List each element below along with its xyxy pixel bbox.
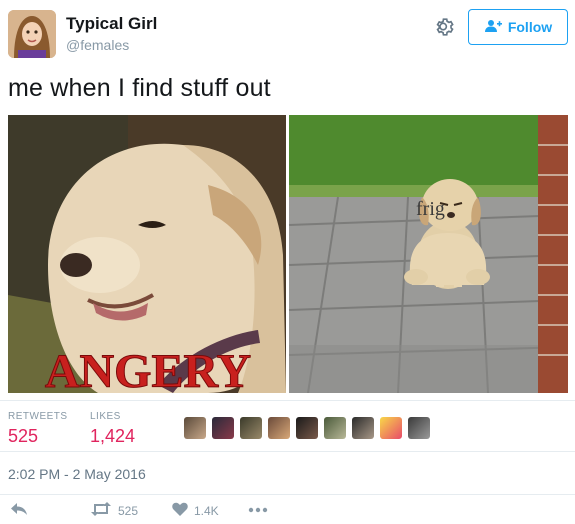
retweet-button[interactable]: 525 [90, 502, 138, 519]
tweet-header: Typical Girl @females Follow [0, 0, 575, 66]
tweet-stats: RETWEETS 525 LIKES 1,424 [0, 400, 575, 452]
follow-label: Follow [507, 19, 553, 35]
user-handle[interactable]: @females [66, 37, 129, 53]
likes-stat[interactable]: LIKES 1,424 [90, 411, 135, 447]
liker-avatar[interactable] [408, 417, 430, 439]
avatar[interactable] [8, 10, 56, 58]
liker-avatar[interactable] [296, 417, 318, 439]
more-icon [248, 502, 268, 516]
tweet-text: me when I find stuff out [8, 74, 271, 102]
heart-icon [172, 502, 188, 519]
likes-count: 1,424 [90, 426, 136, 446]
add-user-icon [484, 19, 502, 36]
liker-avatar[interactable] [268, 417, 290, 439]
liker-avatar[interactable] [212, 417, 234, 439]
retweet-count: 525 [118, 503, 139, 518]
retweet-icon [90, 502, 112, 519]
retweets-count: 525 [8, 426, 39, 446]
reply-icon [10, 502, 28, 519]
likes-label: LIKES [90, 411, 121, 422]
retweets-stat[interactable]: RETWEETS 525 [8, 411, 68, 447]
like-button[interactable]: 1.4K [172, 502, 219, 519]
reply-button[interactable] [10, 502, 28, 519]
follow-button[interactable]: Follow [468, 9, 568, 45]
tweet-timestamp[interactable]: 2:02 PM - 2 May 2016 [8, 466, 146, 482]
liker-avatar[interactable] [380, 417, 402, 439]
display-name[interactable]: Typical Girl [66, 14, 157, 34]
gear-icon[interactable] [434, 16, 456, 38]
media-left-caption: ANGERY [45, 345, 251, 393]
liker-avatar[interactable] [352, 417, 374, 439]
tweet-media[interactable]: ANGERY frig [8, 115, 568, 393]
retweets-label: RETWEETS [8, 411, 68, 422]
media-right-caption: frig [416, 198, 445, 220]
media-left-panel: ANGERY [8, 115, 286, 393]
liker-avatar[interactable] [240, 417, 262, 439]
tweet-actions: 525 1.4K [0, 494, 575, 524]
liker-avatar[interactable] [324, 417, 346, 439]
liker-avatar[interactable] [184, 417, 206, 439]
more-button[interactable] [248, 502, 268, 516]
media-right-panel: frig [288, 115, 568, 393]
like-count: 1.4K [194, 503, 219, 518]
liker-avatars [184, 417, 430, 439]
